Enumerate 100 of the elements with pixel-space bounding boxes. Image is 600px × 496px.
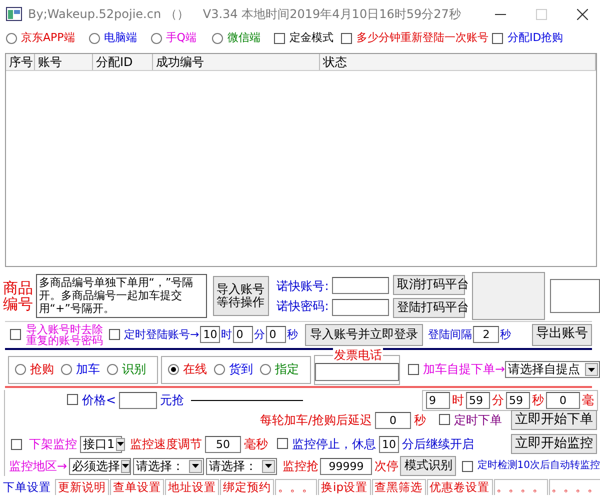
- time-field[interactable]: 10: [200, 326, 220, 343]
- tab[interactable]: 。。。。: [548, 479, 600, 495]
- checkbox[interactable]: [10, 329, 21, 340]
- time-field[interactable]: 9: [426, 392, 450, 408]
- region-dropdown[interactable]: 请选择：: [133, 458, 204, 474]
- radio-button[interactable]: [214, 364, 225, 375]
- checkbox-label[interactable]: 多少分钟重新登陆一次账号: [356, 31, 488, 45]
- checkbox[interactable]: [11, 438, 22, 450]
- column-header[interactable]: 状态: [320, 54, 596, 70]
- time-field[interactable]: 59: [466, 392, 490, 408]
- delay-field[interactable]: 0: [375, 412, 411, 428]
- radio-button[interactable]: [107, 364, 118, 375]
- radio-button[interactable]: [61, 364, 72, 375]
- mode-button[interactable]: 模式识别: [400, 456, 456, 476]
- unit-label: 秒: [500, 328, 512, 342]
- tab[interactable]: 地址设置: [165, 479, 219, 495]
- phone-field[interactable]: [315, 362, 399, 380]
- tab[interactable]: 查黑筛选: [372, 479, 426, 495]
- unit-label: 时: [221, 328, 232, 342]
- radio-label[interactable]: 在线: [183, 362, 207, 377]
- region-dropdown[interactable]: 必须选择: [69, 458, 132, 474]
- column-header[interactable]: 分配ID: [93, 54, 153, 70]
- unit-label: 秒: [287, 328, 298, 342]
- code-field[interactable]: [550, 279, 600, 313]
- time-field[interactable]: 0: [546, 392, 580, 408]
- checkbox-label[interactable]: 定时下单: [454, 412, 502, 428]
- checkbox[interactable]: [462, 460, 474, 472]
- account-field[interactable]: [332, 276, 389, 294]
- radio-label[interactable]: 货到: [229, 362, 253, 377]
- tab[interactable]: 查单设置: [110, 479, 164, 495]
- radio-label[interactable]: 加车: [76, 362, 100, 377]
- region-dropdown[interactable]: 请选择：: [206, 458, 278, 474]
- import-wait-button[interactable]: 导入账号等待操作: [212, 276, 269, 316]
- radio-label[interactable]: 电脑端: [104, 31, 137, 45]
- checkbox-label[interactable]: 定金模式: [289, 31, 334, 45]
- caret-icon: [262, 460, 276, 472]
- tab[interactable]: 换ip设置: [318, 479, 370, 495]
- radio-label[interactable]: 识别: [122, 362, 146, 377]
- radio-button[interactable]: [260, 364, 271, 375]
- speed-field[interactable]: 50: [205, 436, 241, 452]
- checkbox[interactable]: [492, 32, 504, 44]
- radio-label[interactable]: 微信端: [227, 31, 260, 45]
- price-field[interactable]: [119, 392, 158, 408]
- time-field[interactable]: 59: [506, 392, 530, 408]
- checkbox[interactable]: [109, 329, 120, 340]
- api-dropdown[interactable]: 接口1: [80, 436, 122, 452]
- checkbox-label[interactable]: 加车自提下单→: [423, 362, 506, 377]
- product-label: 商品编号: [3, 280, 34, 312]
- tab[interactable]: 。。。: [275, 479, 317, 495]
- radio-button[interactable]: [15, 364, 26, 375]
- unit-label: 毫: [582, 392, 594, 408]
- radio-label[interactable]: 抢购: [30, 362, 54, 377]
- unit-label: 毫秒: [244, 436, 268, 452]
- checkbox[interactable]: [341, 32, 352, 44]
- checkbox[interactable]: [274, 32, 286, 44]
- checkbox-label[interactable]: 分配ID抢购: [507, 31, 564, 45]
- column-header[interactable]: 成功编号: [153, 54, 320, 70]
- column-header[interactable]: 序号: [6, 54, 35, 70]
- checkbox[interactable]: [277, 438, 288, 450]
- radio-button[interactable]: [212, 32, 224, 44]
- radio-button[interactable]: [150, 32, 162, 44]
- rest-field[interactable]: 10: [379, 436, 399, 452]
- start-monitor-button[interactable]: 立即开始监控: [511, 434, 597, 454]
- unit-label: 时: [452, 392, 464, 408]
- tab[interactable]: 优惠卷设置: [426, 479, 492, 495]
- time-field[interactable]: 0: [266, 326, 286, 343]
- caret-icon: [116, 438, 125, 450]
- checkbox-label[interactable]: 下架监控: [29, 436, 77, 452]
- radio-label[interactable]: 指定: [275, 362, 299, 377]
- interval-field[interactable]: 2: [473, 326, 500, 343]
- pickup-dropdown[interactable]: 请选择自提点: [505, 361, 600, 378]
- product-field[interactable]: 多商品编号单独下单用“，”号隔开。多商品编号一起加车提交用“+”号隔开。: [36, 274, 207, 318]
- import-login-button[interactable]: 导入账号并立即登录: [305, 324, 424, 346]
- unit-label: 秒: [414, 412, 426, 428]
- close-icon[interactable]: [577, 8, 588, 20]
- time-field[interactable]: 0: [233, 326, 254, 343]
- column-header[interactable]: 账号: [35, 54, 93, 70]
- checkbox[interactable]: [439, 414, 450, 426]
- radio-button[interactable]: [168, 364, 179, 375]
- checkbox-label[interactable]: 价格<: [82, 392, 116, 408]
- checkbox-label[interactable]: 监控停止，休息: [292, 436, 376, 452]
- radio-button[interactable]: [88, 32, 100, 44]
- radio-label[interactable]: 手Q端: [166, 31, 196, 45]
- tab[interactable]: 。。。。: [494, 479, 548, 495]
- checkbox-label[interactable]: 导入账号时去除重复的账号密码: [26, 324, 105, 346]
- start-order-button[interactable]: 立即开始下单: [511, 410, 597, 430]
- checkbox[interactable]: [67, 394, 78, 406]
- count-field[interactable]: 99999: [320, 458, 372, 474]
- checkbox[interactable]: [408, 364, 419, 375]
- password-field[interactable]: [332, 298, 389, 316]
- checkbox-label[interactable]: 定时检测10次后自动转监控: [477, 460, 600, 472]
- export-button[interactable]: 导出账号: [532, 324, 592, 346]
- caret-icon: [189, 460, 202, 472]
- caret-icon: [121, 460, 130, 472]
- tab[interactable]: 更新说明: [55, 479, 109, 495]
- radio-label[interactable]: 京东APP端: [21, 31, 75, 45]
- tab[interactable]: 绑定预约: [220, 479, 274, 495]
- delay-label: 每轮加车/抢购后延迟: [260, 412, 372, 428]
- radio-button[interactable]: [6, 32, 17, 44]
- checkbox-label[interactable]: 定时登陆账号→: [124, 328, 200, 342]
